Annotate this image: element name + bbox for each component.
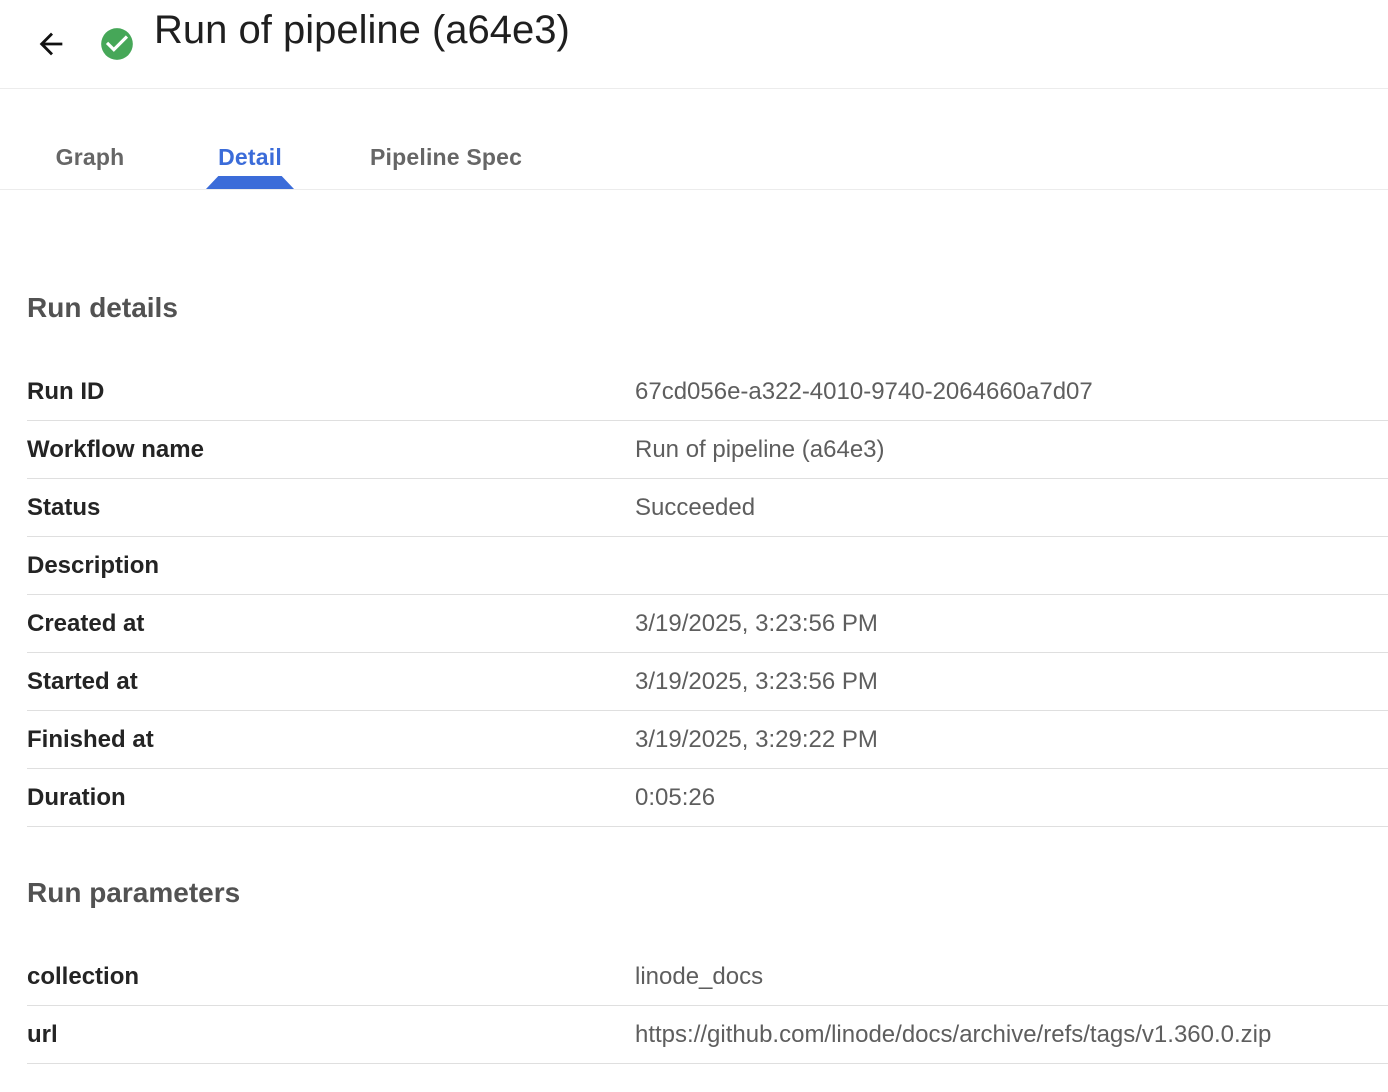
- tab-graph[interactable]: Graph: [10, 125, 170, 189]
- field-label: Workflow name: [27, 436, 635, 464]
- tab-pipeline-spec[interactable]: Pipeline Spec: [330, 125, 562, 189]
- run-parameters-heading: Run parameters: [27, 827, 1388, 909]
- field-label: Duration: [27, 784, 635, 812]
- table-row-status: Status Succeeded: [27, 479, 1388, 537]
- back-button[interactable]: [33, 26, 69, 62]
- field-value: 3/19/2025, 3:23:56 PM: [635, 668, 878, 696]
- arrow-back-icon: [34, 27, 68, 61]
- run-details-heading: Run details: [27, 190, 1388, 324]
- field-label: Finished at: [27, 726, 635, 754]
- table-row-description: Description: [27, 537, 1388, 595]
- table-row-run-id: Run ID 67cd056e-a322-4010-9740-2064660a7…: [27, 363, 1388, 421]
- field-value: Succeeded: [635, 494, 755, 522]
- field-label: Created at: [27, 610, 635, 638]
- field-label: Description: [27, 552, 635, 580]
- tab-bar: Graph Detail Pipeline Spec: [0, 89, 1388, 190]
- field-value: 3/19/2025, 3:29:22 PM: [635, 726, 878, 754]
- field-value: Run of pipeline (a64e3): [635, 436, 885, 464]
- run-details-table: Run ID 67cd056e-a322-4010-9740-2064660a7…: [27, 363, 1388, 827]
- table-row-duration: Duration 0:05:26: [27, 769, 1388, 827]
- field-label: Run ID: [27, 378, 635, 406]
- run-status-success-icon: [98, 25, 136, 63]
- field-value: 0:05:26: [635, 784, 715, 812]
- field-label: Started at: [27, 668, 635, 696]
- field-value: 67cd056e-a322-4010-9740-2064660a7d07: [635, 378, 1093, 406]
- table-row-finished-at: Finished at 3/19/2025, 3:29:22 PM: [27, 711, 1388, 769]
- table-row-param-url: url https://github.com/linode/docs/archi…: [27, 1006, 1388, 1064]
- table-row-param-collection: collection linode_docs: [27, 948, 1388, 1006]
- param-name: url: [27, 1021, 635, 1049]
- page-header: Run of pipeline (a64e3): [0, 0, 1388, 89]
- param-value: linode_docs: [635, 963, 763, 991]
- field-value: 3/19/2025, 3:23:56 PM: [635, 610, 878, 638]
- param-value: https://github.com/linode/docs/archive/r…: [635, 1021, 1271, 1049]
- detail-panel: Run details Run ID 67cd056e-a322-4010-97…: [0, 190, 1388, 1064]
- table-row-workflow-name: Workflow name Run of pipeline (a64e3): [27, 421, 1388, 479]
- field-label: Status: [27, 494, 635, 522]
- param-name: collection: [27, 963, 635, 991]
- tab-detail[interactable]: Detail: [170, 125, 330, 189]
- table-row-started-at: Started at 3/19/2025, 3:23:56 PM: [27, 653, 1388, 711]
- table-row-created-at: Created at 3/19/2025, 3:23:56 PM: [27, 595, 1388, 653]
- page-title: Run of pipeline (a64e3): [154, 10, 570, 50]
- run-parameters-table: collection linode_docs url https://githu…: [27, 948, 1388, 1064]
